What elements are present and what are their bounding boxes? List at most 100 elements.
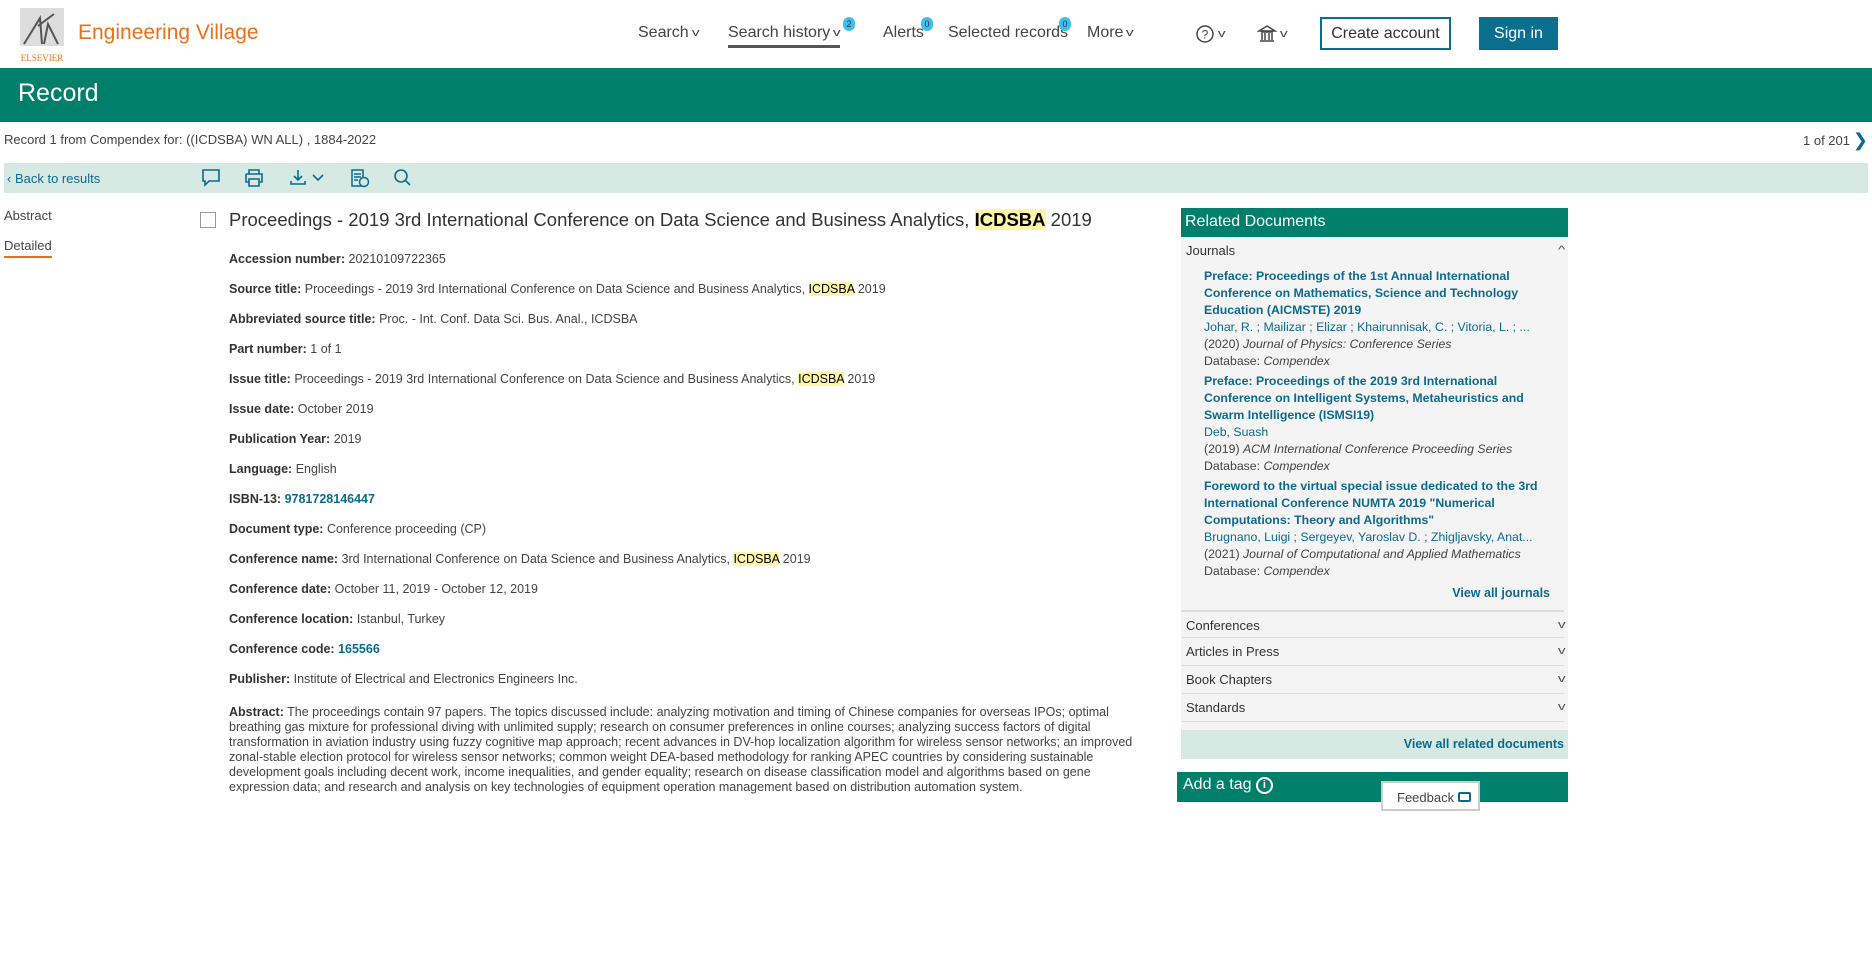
field-link[interactable]: 165566 bbox=[338, 642, 380, 656]
add-tag-title: Add a tag bbox=[1183, 776, 1252, 793]
section-label: Journals bbox=[1186, 243, 1236, 258]
related-section-toggle[interactable]: Standards v bbox=[1181, 694, 1566, 722]
nav-search[interactable]: Search v bbox=[638, 24, 699, 42]
field-highlight: ICDSBA bbox=[808, 282, 855, 296]
record-field: Issue title: Proceedings - 2019 3rd Inte… bbox=[229, 372, 875, 386]
field-label: Accession number: bbox=[229, 252, 346, 266]
field-highlight: ICDSBA bbox=[798, 372, 844, 386]
related-journal: ACM International Conference Proceeding … bbox=[1242, 442, 1513, 456]
info-icon[interactable]: i bbox=[1255, 777, 1273, 794]
nav-selected-records[interactable]: Selected records 0 bbox=[948, 17, 1071, 42]
nav-search-history[interactable]: Search history v 2 bbox=[728, 17, 855, 48]
field-label: Conference date: bbox=[229, 582, 332, 596]
related-authors[interactable]: Brugnano, Luigi ; Sergeyev, Yaroslav D. … bbox=[1204, 529, 1558, 546]
side-nav-detailed[interactable]: Detailed bbox=[4, 238, 52, 258]
abstract-text: The proceedings contain 97 papers. The t… bbox=[229, 705, 1133, 794]
feedback-button[interactable]: Feedback bbox=[1381, 781, 1480, 811]
institution-menu[interactable]: v bbox=[1257, 24, 1288, 44]
title-highlight: ICDSBA bbox=[974, 209, 1046, 230]
related-authors[interactable]: Johar, R. ; Mailizar ; Elizar ; Khairunn… bbox=[1204, 319, 1558, 336]
add-tag-header: Add a tag i bbox=[1177, 772, 1568, 802]
field-value: Proc. - Int. Conf. Data Sci. Bus. Anal.,… bbox=[379, 312, 638, 326]
record-field: Part number: 1 of 1 bbox=[229, 342, 342, 356]
brand-link[interactable]: Engineering Village bbox=[78, 21, 259, 45]
chevron-down-icon: v bbox=[833, 27, 841, 39]
related-documents-panel: Related Documents Journals ^ Preface: Pro… bbox=[1181, 208, 1568, 759]
field-label: Abbreviated source title: bbox=[229, 312, 376, 326]
nav-alerts[interactable]: Alerts 0 bbox=[883, 17, 933, 42]
related-section-toggle[interactable]: Conferences v bbox=[1181, 610, 1565, 638]
record-toolbar: ‹ Back to results bbox=[4, 163, 1868, 193]
abstract-field: Abstract: The proceedings contain 97 pap… bbox=[229, 705, 1149, 795]
field-value: 20210109722365 bbox=[348, 252, 446, 266]
back-to-results-link[interactable]: ‹ Back to results bbox=[7, 171, 100, 186]
record-field: Conference name: 3rd International Confe… bbox=[229, 552, 811, 566]
field-value: October 2019 bbox=[297, 402, 374, 416]
section-label: Articles in Press bbox=[1186, 644, 1280, 659]
comment-icon[interactable] bbox=[200, 168, 222, 188]
related-title-link[interactable]: Preface: Proceedings of the 1st Annual I… bbox=[1204, 268, 1558, 319]
journals-section-toggle[interactable]: Journals ^ bbox=[1181, 237, 1565, 265]
related-section-toggle[interactable]: Articles in Press v bbox=[1181, 638, 1566, 666]
record-field: Issue date: October 2019 bbox=[229, 402, 374, 416]
chevron-down-icon: v bbox=[1126, 27, 1135, 39]
search-icon[interactable] bbox=[392, 168, 414, 188]
title-text: Proceedings - 2019 3rd International Con… bbox=[229, 209, 975, 230]
field-value: October 11, 2019 - October 12, 2019 bbox=[334, 582, 538, 596]
help-icon: ? bbox=[1196, 25, 1214, 43]
field-label: Part number: bbox=[229, 342, 307, 356]
related-title-link[interactable]: Foreword to the virtual special issue de… bbox=[1204, 478, 1558, 529]
field-label: Publisher: bbox=[229, 672, 291, 686]
field-label: Abstract: bbox=[229, 705, 284, 719]
field-value: 2019 bbox=[333, 432, 362, 446]
nav-more[interactable]: More v bbox=[1087, 24, 1135, 42]
field-label: Publication Year: bbox=[229, 432, 331, 446]
create-account-button[interactable]: Create account bbox=[1320, 17, 1451, 50]
record-title: Proceedings - 2019 3rd International Con… bbox=[229, 209, 1092, 231]
select-record-checkbox[interactable] bbox=[200, 212, 216, 228]
field-label: ISBN-13: bbox=[229, 492, 282, 506]
related-db: Compendex bbox=[1263, 354, 1330, 368]
chevron-down-icon: v bbox=[1557, 701, 1566, 713]
related-db-label: Database: bbox=[1204, 564, 1264, 578]
record-field: Publication Year: 2019 bbox=[229, 432, 362, 446]
related-title-link[interactable]: Preface: Proceedings of the 2019 3rd Int… bbox=[1204, 373, 1558, 424]
nav-label: Search history bbox=[728, 24, 831, 41]
field-label: Document type: bbox=[229, 522, 324, 536]
record-pager: 1 of 201 bbox=[1803, 133, 1850, 148]
svg-text:ELSEVIER: ELSEVIER bbox=[21, 53, 64, 63]
nav-label: Alerts bbox=[883, 24, 924, 41]
chevron-down-icon: v bbox=[1557, 645, 1566, 657]
print-icon[interactable] bbox=[243, 168, 265, 188]
next-record-chevron-icon[interactable]: ❯ bbox=[1853, 130, 1868, 151]
view-all-journals-link[interactable]: View all journals bbox=[1181, 586, 1568, 600]
field-label: Source title: bbox=[229, 282, 302, 296]
nav-label: Search bbox=[638, 24, 689, 41]
elsevier-logo[interactable]: ELSEVIER bbox=[14, 6, 70, 64]
save-to-history-icon[interactable] bbox=[349, 168, 371, 188]
feedback-label: Feedback bbox=[1397, 790, 1455, 805]
sign-in-button[interactable]: Sign in bbox=[1479, 17, 1558, 50]
field-link[interactable]: 9781728146447 bbox=[285, 492, 375, 506]
related-section-toggle[interactable]: Book Chapters v bbox=[1181, 666, 1566, 694]
field-value: Proceedings - 2019 3rd International Con… bbox=[304, 282, 809, 296]
field-label: Issue title: bbox=[229, 372, 291, 386]
page-banner: Record bbox=[0, 68, 1872, 122]
related-db-label: Database: bbox=[1204, 354, 1264, 368]
nav-label: Selected records bbox=[948, 24, 1069, 41]
chevron-down-icon: v bbox=[1279, 28, 1288, 40]
count-badge: 2 bbox=[843, 17, 855, 31]
view-all-related-link[interactable]: View all related documents bbox=[1181, 730, 1568, 759]
field-value: Institute of Electrical and Electronics … bbox=[293, 672, 578, 686]
top-header: ELSEVIER Engineering Village Search v Sea… bbox=[0, 0, 1872, 68]
side-nav-abstract[interactable]: Abstract bbox=[4, 208, 52, 223]
chevron-down-icon: v bbox=[1557, 673, 1566, 685]
related-db: Compendex bbox=[1263, 459, 1330, 473]
download-icon[interactable] bbox=[288, 168, 328, 188]
related-authors[interactable]: Deb, Suash bbox=[1204, 424, 1558, 441]
section-label: Book Chapters bbox=[1186, 672, 1272, 687]
chat-icon bbox=[1457, 792, 1471, 802]
related-db-label: Database: bbox=[1204, 459, 1264, 473]
help-menu[interactable]: ? v bbox=[1195, 24, 1226, 44]
related-year: (2020) bbox=[1204, 337, 1243, 351]
